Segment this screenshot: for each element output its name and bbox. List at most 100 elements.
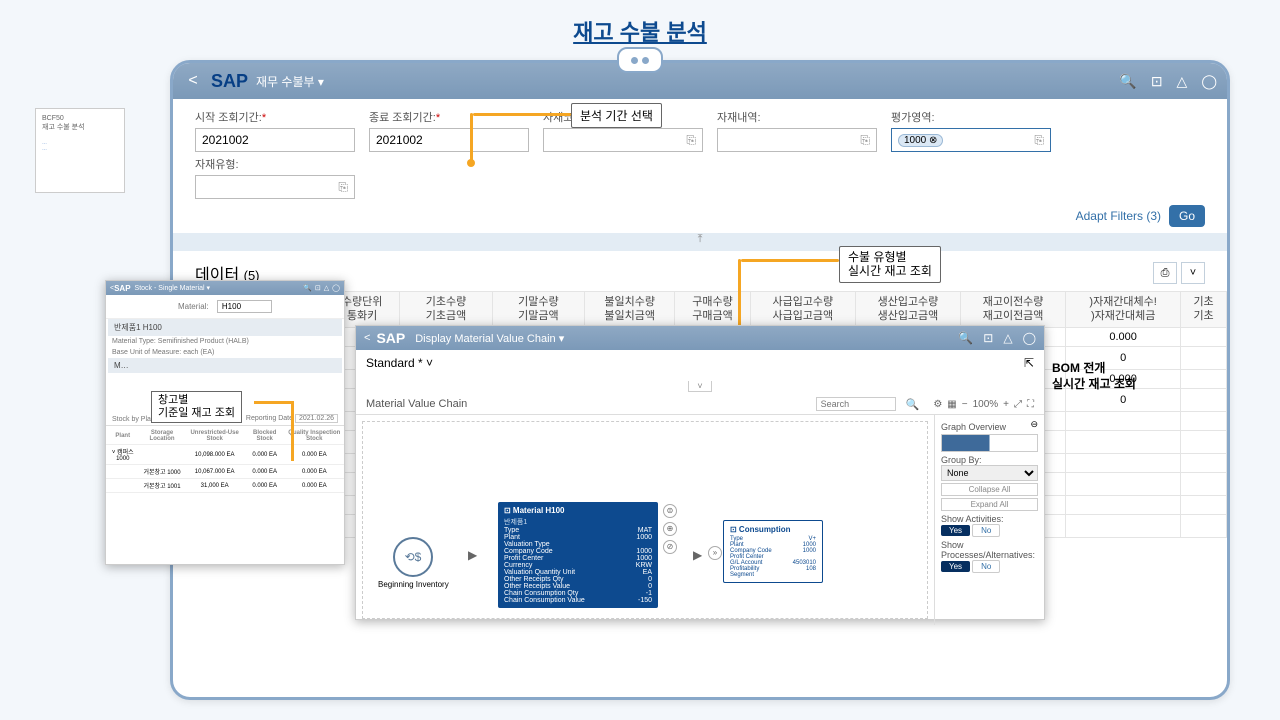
beginning-inventory-label: Beginning Inventory (378, 580, 449, 589)
chain-toggle-icon[interactable]: » (708, 546, 722, 560)
overview-thumbnail[interactable] (941, 434, 1038, 452)
popup1-title[interactable]: Stock - Single Material ▾ (135, 284, 211, 292)
material-type-text: Material Type: Semifinished Product (HAL… (106, 336, 344, 347)
zoom-in-icon[interactable]: + (1003, 399, 1009, 410)
stock-table: PlantStorage LocationUnrestricted-Use St… (106, 428, 344, 493)
graph-overview-panel: Graph Overview⊖ Group By: None Collapse … (934, 415, 1044, 625)
bell-icon[interactable]: △ (324, 284, 329, 292)
shell-bar: < SAP 재무 수불부 ▾ 🔍 ⊡ △ ◯ (173, 63, 1227, 99)
variant-selector[interactable]: Standard * ˅ (366, 356, 433, 370)
share-icon[interactable]: ⇱ (1024, 356, 1034, 370)
gear-icon[interactable]: ⚙ (933, 399, 942, 410)
pin-bar[interactable]: ⤒ (173, 233, 1227, 251)
table-settings-button[interactable]: ˅ (1181, 262, 1205, 284)
chain-canvas[interactable]: ⟲$ Beginning Inventory ▶ ⊡ Material H100… (362, 421, 928, 619)
filter-start-label: 시작 조회기간:* (195, 109, 355, 125)
value-help-icon[interactable]: ⎘ (686, 133, 696, 148)
stock-row[interactable]: 거본창고 100010,067.000 EA0.000 EA0.000 EA (106, 465, 344, 479)
processes-yes[interactable]: Yes (941, 561, 970, 572)
sap-logo: SAP (376, 330, 405, 346)
thumb-code: BCF50 (42, 115, 118, 122)
fit-icon[interactable]: ⤢ (1014, 399, 1022, 410)
export-button[interactable]: ⎙ (1153, 262, 1177, 284)
column-header[interactable]: 불일치수량불일치금액 (585, 292, 675, 328)
column-header[interactable]: )자재간대체수!)자재간대체금 (1066, 292, 1181, 328)
column-header[interactable]: 기말수량기말금액 (492, 292, 584, 328)
node-zoom-icon[interactable]: ⊕ (663, 522, 677, 536)
expand-all-button[interactable]: Expand All (941, 498, 1038, 511)
stock-row[interactable]: ˅ 캠퍼스 100010,098.000 EA0.000 EA0.000 EA (106, 445, 344, 465)
filter-valarea-label: 평가영역: (891, 109, 1051, 125)
shell-menu[interactable]: 재무 수불부 ▾ (256, 73, 324, 90)
callout-warehouse: 창고별기준일 재고 조회 (151, 391, 242, 423)
node-link-icon[interactable]: ⊘ (663, 540, 677, 554)
filter-end-label: 종료 조회기간:* (369, 109, 529, 125)
back-button[interactable]: < (183, 72, 203, 90)
filter-matdesc-label: 자재내역: (717, 109, 877, 125)
value-help-icon[interactable]: ⎘ (860, 133, 870, 148)
processes-no[interactable]: No (972, 560, 1000, 573)
beginning-inventory-node[interactable]: ⟲$ (393, 537, 433, 577)
material-value-chain-popup: < SAP Display Material Value Chain ▾ 🔍 ⊡ △… (355, 325, 1045, 620)
filter-start-input[interactable]: 2021002 (195, 128, 355, 152)
filter-matdesc-input[interactable]: ⎘ (717, 128, 877, 152)
copilot-icon[interactable]: ⊡ (315, 284, 321, 292)
column-header[interactable]: 기초수량기초금액 (400, 292, 492, 328)
column-header[interactable]: 재고이전수량재고이전금액 (961, 292, 1066, 328)
value-help-icon[interactable]: ⎘ (338, 180, 348, 195)
stock-row[interactable]: 거본창고 100131,000 EA0.000 EA0.000 EA (106, 479, 344, 493)
legend-icon[interactable]: ▦ (947, 399, 956, 410)
user-icon[interactable]: ◯ (1023, 331, 1036, 345)
user-icon[interactable]: ◯ (332, 284, 340, 292)
bell-icon[interactable]: △ (1003, 331, 1012, 345)
copilot-icon[interactable]: ⊡ (983, 331, 993, 345)
sap-logo: SAP (114, 284, 130, 293)
activities-yes[interactable]: Yes (941, 525, 970, 536)
zoom-out-icon[interactable]: − (962, 399, 968, 410)
material-label: Material: (178, 302, 209, 311)
column-header[interactable]: 생산입고수량생산입고금액 (855, 292, 960, 328)
back-icon[interactable]: < (364, 332, 370, 344)
column-header[interactable]: 사급입고수량사급입고금액 (750, 292, 855, 328)
stock-single-material-popup: < SAP Stock - Single Material ▾ 🔍⊡△◯ Mat… (105, 280, 345, 565)
fullscreen-icon[interactable]: ⛶ (1027, 399, 1034, 410)
material-input[interactable]: H100 (217, 300, 272, 313)
adapt-filters-link[interactable]: Adapt Filters (3) (1076, 209, 1161, 223)
search-icon[interactable]: 🔍 (1119, 73, 1136, 90)
callout-bom: BOM 전개실시간 재고 조회 (1044, 358, 1144, 395)
filter-end-input[interactable]: 2021002 (369, 128, 529, 152)
material-node[interactable]: ⊡ Material H100 반제품1 TypeMATPlant1000Val… (498, 502, 658, 608)
filter-mattype-label: 자재유형: (195, 156, 355, 172)
expand-handle[interactable]: ˅ (688, 381, 711, 392)
thumb-title: 재고 수불 분석 (42, 122, 118, 132)
product-header: 반제품1 H100 (108, 319, 342, 336)
collapse-all-button[interactable]: Collapse All (941, 483, 1038, 496)
value-help-icon[interactable]: ⎘ (1034, 133, 1044, 148)
m-prefix: M… (114, 361, 129, 370)
page-title: 재고 수불 분석 (0, 0, 1280, 52)
search-icon[interactable]: 🔍 (958, 331, 973, 345)
groupby-select[interactable]: None (941, 465, 1038, 481)
chain-search-input[interactable] (816, 397, 896, 411)
filter-matcode-input[interactable]: ⎘ (543, 128, 703, 152)
search-icon[interactable]: 🔍 (303, 284, 312, 292)
node-expand-icon[interactable]: ⊜ (663, 504, 677, 518)
consumption-node[interactable]: ⊡ Consumption TypeV+Plant1000Company Cod… (723, 520, 823, 583)
thumb-small2: … (42, 146, 118, 152)
column-header[interactable]: 기초기초 (1181, 292, 1227, 328)
buom-text: Base Unit of Measure: each (EA) (106, 347, 344, 358)
filter-mattype-input[interactable]: ⎘ (195, 175, 355, 199)
notification-icon[interactable]: △ (1177, 73, 1188, 90)
activities-no[interactable]: No (972, 524, 1000, 537)
user-icon[interactable]: ◯ (1201, 73, 1217, 90)
slide-dots (617, 47, 663, 73)
go-button[interactable]: Go (1169, 205, 1205, 227)
popup2-title[interactable]: Display Material Value Chain ▾ (415, 332, 564, 345)
callout-type: 수불 유형별실시간 재고 조회 (839, 246, 941, 283)
copilot-icon[interactable]: ⊡ (1151, 73, 1163, 90)
search-icon[interactable]: 🔍 (906, 398, 920, 411)
filter-valarea-input[interactable]: 1000 ⊗⎘ (891, 128, 1051, 152)
slide-thumbnail[interactable]: BCF50 재고 수불 분석 … … (35, 108, 125, 193)
chain-title: Material Value Chain (366, 398, 467, 410)
collapse-icon[interactable]: ⊖ (1030, 419, 1038, 432)
